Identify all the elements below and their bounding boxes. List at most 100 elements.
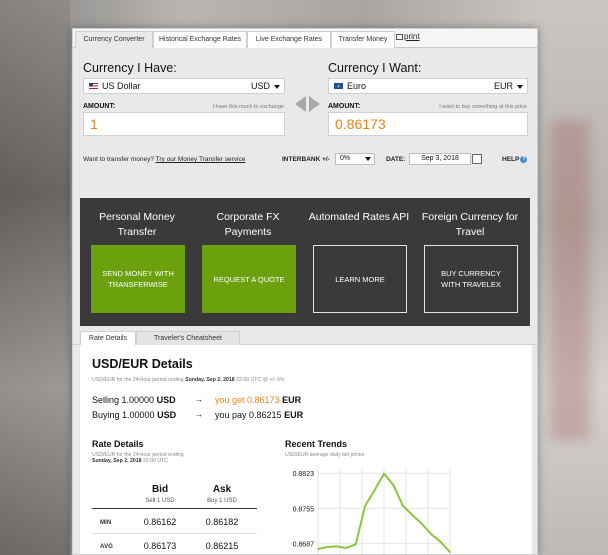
help-label: HELP (502, 156, 520, 164)
table-row-divider (92, 533, 257, 534)
details-period: USD/EUR for the 24-hour period ending Su… (92, 377, 284, 383)
converter-window: Currency Converter Historical Exchange R… (72, 28, 538, 555)
rate-period-time: 22:00 UTC (142, 458, 169, 464)
tab-rate-details[interactable]: Rate Details (80, 331, 136, 346)
selling-line: Selling 1.00000 USD (92, 395, 176, 405)
want-amount-hint: I want to buy something at this price (439, 104, 527, 110)
rate-period-date: Sunday, Sep 2, 2018 (92, 458, 142, 464)
sell-result: you get 0.86173 EUR (215, 395, 301, 405)
bid-subheader: Sell 1 USD (145, 498, 175, 504)
tab-transfer-money[interactable]: Transfer Money (331, 31, 395, 48)
trends-title: Recent Trends (285, 439, 348, 449)
buy-result-value: you pay 0.86215 (215, 410, 282, 420)
data-point (392, 484, 395, 486)
date-label: DATE: (386, 156, 406, 163)
details-title: USD/EUR Details (92, 357, 193, 371)
buy-currency-button[interactable]: BUY CURRENCY WITH TRAVELEX (424, 245, 518, 313)
request-quote-button[interactable]: REQUEST A QUOTE (202, 245, 296, 313)
eu-flag-icon (334, 83, 343, 89)
have-amount-label: AMOUNT: (83, 103, 116, 110)
promo-title-corporate: Corporate FX Payments (216, 211, 280, 238)
date-input[interactable]: Sep 3, 2018 (409, 153, 482, 165)
min-bid: 0.86162 (143, 517, 177, 527)
interbank-value: 0% (340, 155, 351, 162)
chevron-down-icon (365, 157, 371, 161)
sell-amount: Selling 1.00000 (92, 395, 155, 405)
print-link[interactable]: print (396, 31, 420, 43)
details-period-date: Sunday, Sep 2, 2018 (185, 377, 235, 383)
have-currency-select[interactable]: US Dollar USD (83, 78, 285, 94)
swap-currencies-button[interactable] (295, 96, 321, 112)
promo-banner: Personal Money Transfer Corporate FX Pay… (80, 198, 530, 326)
data-point (364, 504, 366, 507)
help-icon: ? (520, 156, 528, 163)
rate-details-period: USD/EUR for the 24-hour period ending Su… (92, 452, 232, 464)
buying-line: Buying 1.00000 USD (92, 410, 176, 420)
have-amount-input[interactable]: 1 (83, 112, 285, 136)
want-currency-code: EUR (493, 81, 513, 91)
data-point (402, 504, 404, 507)
interbank-label: INTERBANK +/- (282, 156, 330, 163)
interbank-select[interactable]: 0% (335, 153, 375, 165)
buy-amount: Buying 1.00000 (92, 410, 155, 420)
print-icon (396, 33, 403, 40)
data-point (449, 551, 451, 553)
main-tabs: Currency Converter Historical Exchange R… (73, 29, 537, 48)
data-point (354, 543, 357, 546)
help-link[interactable]: HELP? (502, 156, 528, 164)
data-point (420, 522, 423, 525)
avg-ask: 0.86215 (205, 541, 239, 551)
tab-currency-converter[interactable]: Currency Converter (75, 31, 153, 48)
data-point (345, 547, 348, 549)
trends-subtitle: USD/EUR average daily bid prices (285, 452, 365, 458)
buy-code: USD (157, 410, 177, 420)
data-point (411, 514, 414, 516)
arrow-right-icon: → (195, 395, 203, 404)
ask-header: Ask (212, 484, 232, 495)
transfer-link[interactable]: Try our Money Transfer service (156, 156, 246, 163)
row-label-avg: AVG (100, 543, 113, 550)
want-label: Currency I Want: (328, 61, 422, 75)
sell-result-code: EUR (282, 395, 302, 405)
learn-more-button[interactable]: LEARN MORE (313, 245, 407, 313)
sell-result-value: you get 0.86173 (215, 395, 280, 405)
tab-historical-rates[interactable]: Historical Exchange Rates (153, 31, 247, 48)
want-amount-input[interactable]: 0.86173 (328, 112, 528, 136)
table-divider (92, 508, 257, 509)
data-point (439, 540, 442, 543)
trend-chart: 0.8823 0.8755 0.8687 (293, 467, 451, 554)
y-tick-label: 0.8687 (293, 541, 315, 548)
avg-bid: 0.86173 (143, 541, 177, 551)
data-point (373, 489, 376, 492)
background-accent (550, 120, 590, 440)
send-money-button[interactable]: SEND MONEY WITH TRANSFERWISE (91, 245, 185, 313)
ask-subheader: Buy 1 USD (207, 498, 237, 504)
print-label: print (404, 32, 420, 41)
want-currency-name: Euro (347, 81, 367, 91)
have-currency-name: US Dollar (102, 81, 141, 91)
date-value: Sep 3, 2018 (421, 155, 459, 162)
data-point (336, 545, 338, 548)
sell-code: USD (156, 395, 176, 405)
background-left (0, 0, 70, 555)
transfer-prompt-text: Want to transfer money? (83, 156, 154, 163)
min-ask: 0.86182 (205, 517, 239, 527)
want-currency-select[interactable]: Euro EUR (328, 78, 528, 94)
have-currency-code: USD (250, 81, 270, 91)
transfer-prompt: Want to transfer money? Try our Money Tr… (83, 156, 245, 163)
chevron-down-icon (517, 85, 523, 89)
promo-title-travel: Foreign Currency for Travel (421, 211, 519, 238)
tab-travelers-cheatsheet[interactable]: Traveler's Cheatsheet (136, 331, 240, 346)
row-label-min: MIN (100, 519, 112, 526)
have-amount-hint: I have this much to exchange (212, 104, 284, 110)
data-point (430, 533, 432, 535)
promo-title-api: Automated Rates API (308, 211, 410, 223)
buy-result-code: EUR (284, 410, 304, 420)
detail-tabs: Rate Details Traveler's Cheatsheet (73, 329, 537, 346)
us-flag-icon (89, 83, 98, 89)
promo-title-transfer: Personal Money Transfer (99, 211, 175, 238)
calendar-icon[interactable] (472, 154, 482, 164)
tab-live-rates[interactable]: Live Exchange Rates (247, 31, 331, 48)
details-period-suffix: 22:00 UTC @ +/- 0% (236, 377, 285, 383)
y-tick-label: 0.8823 (293, 471, 315, 478)
